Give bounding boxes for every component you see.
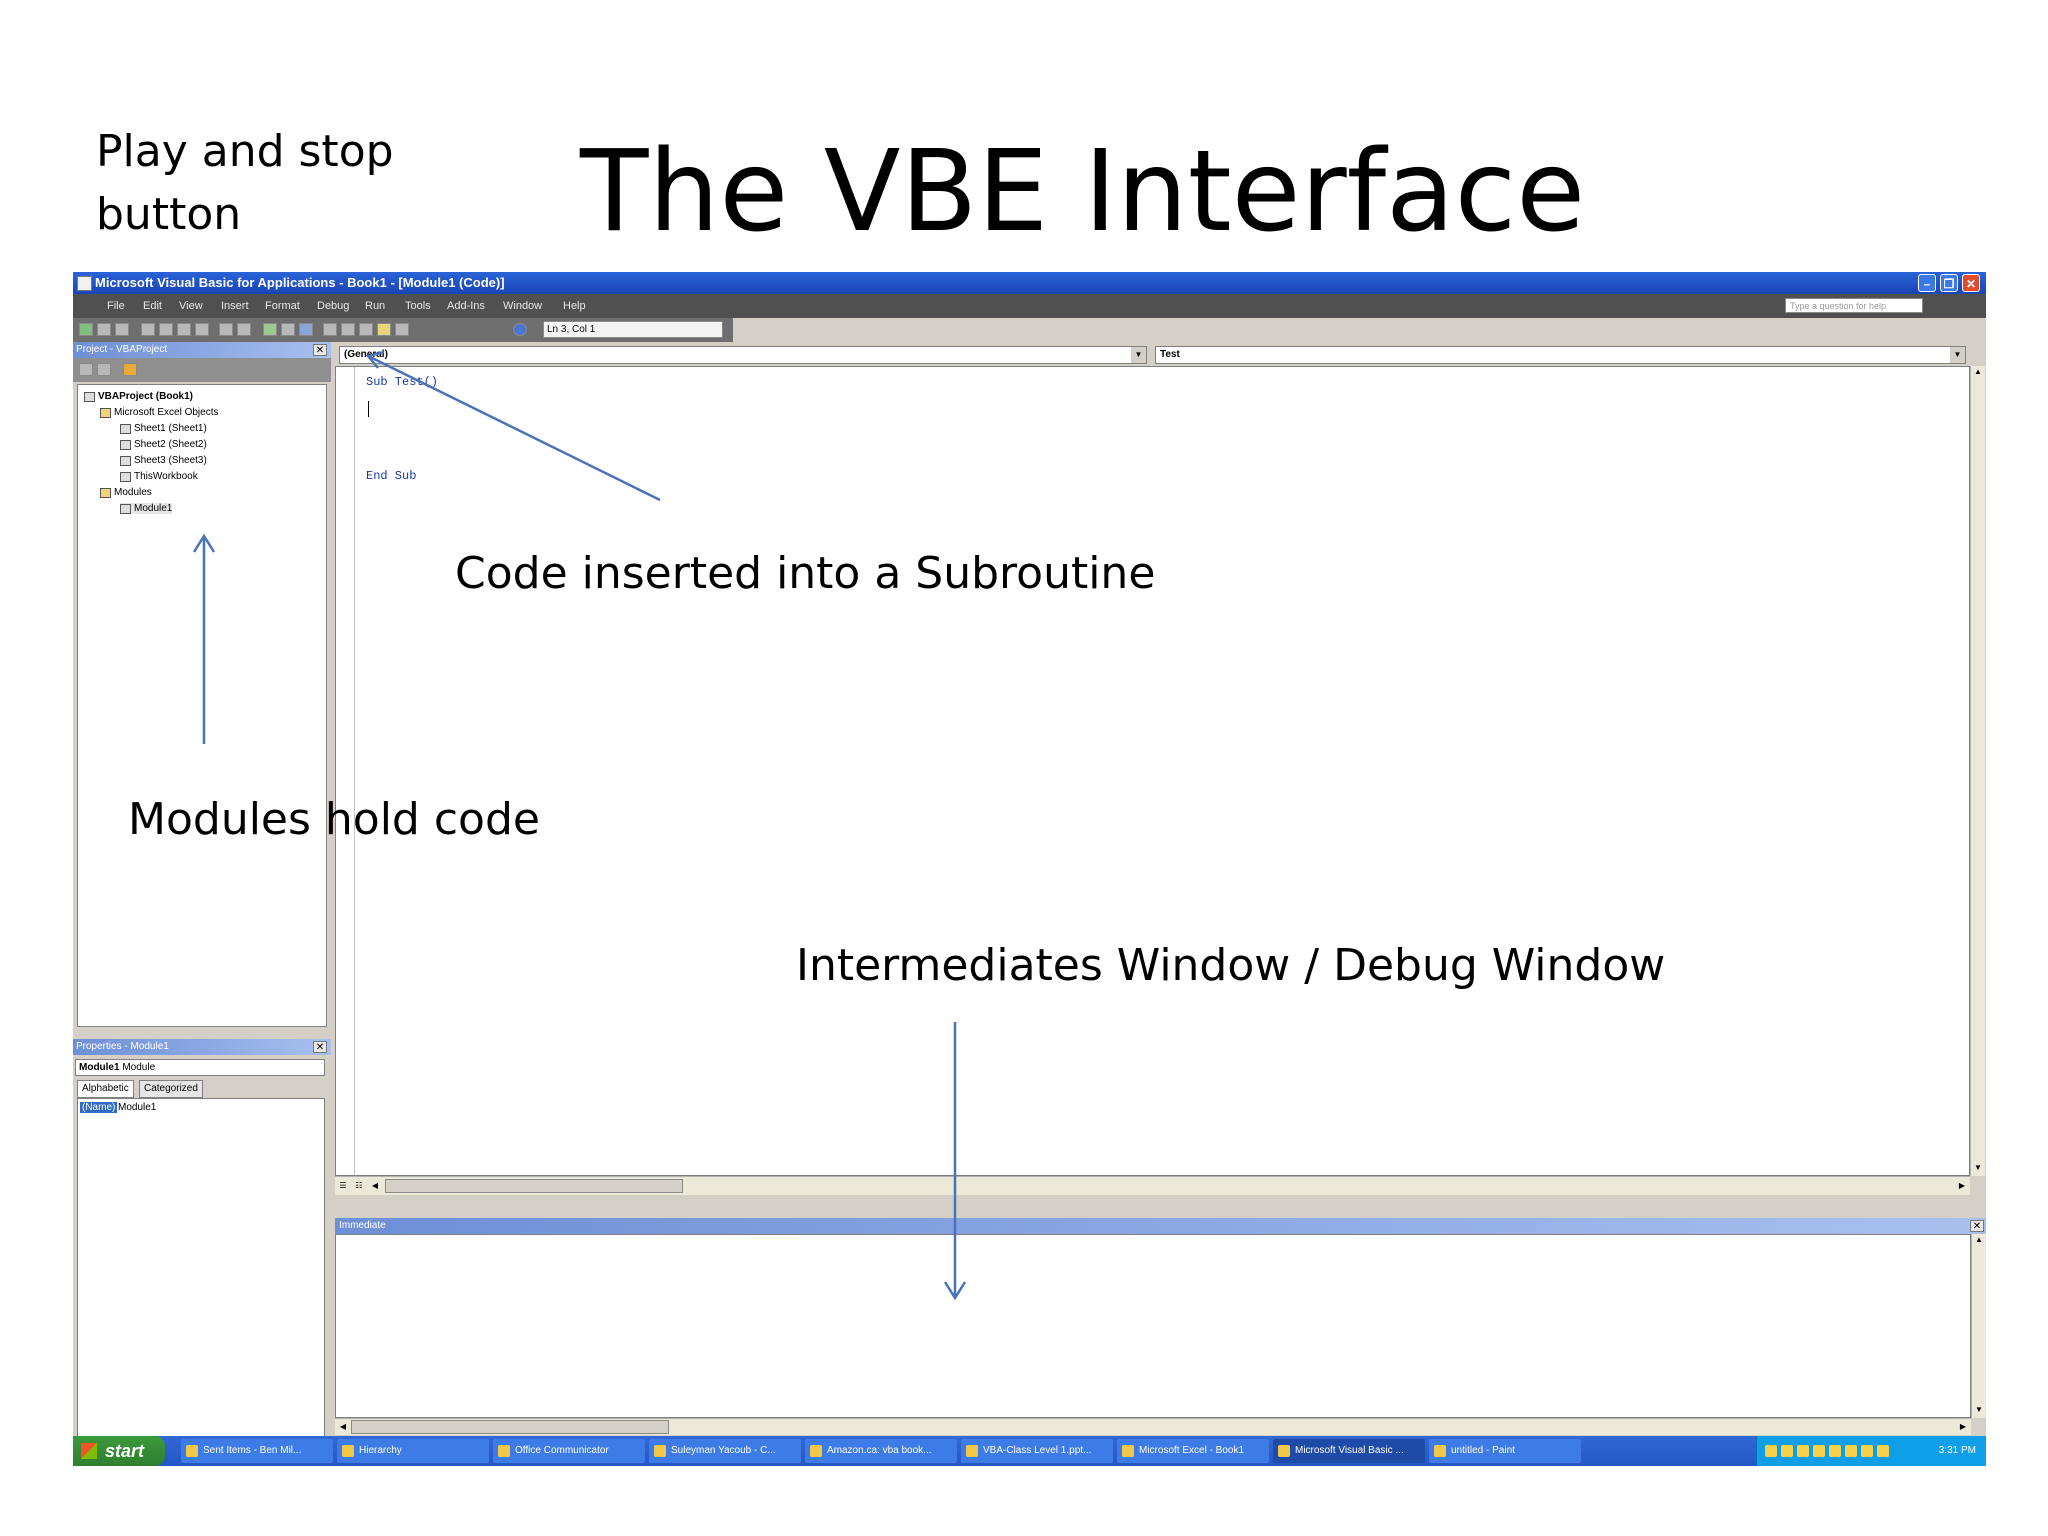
note-code-subroutine: Code inserted into a Subroutine	[455, 548, 1156, 599]
annotation-arrows	[192, 350, 967, 1301]
arrow-to-immediate	[943, 1022, 967, 1301]
note-immediate-window: Intermediates Window / Debug Window	[796, 940, 1666, 991]
note-modules: Modules hold code	[128, 794, 540, 845]
arrow-to-code	[365, 350, 661, 502]
arrow-to-modules	[192, 533, 216, 744]
